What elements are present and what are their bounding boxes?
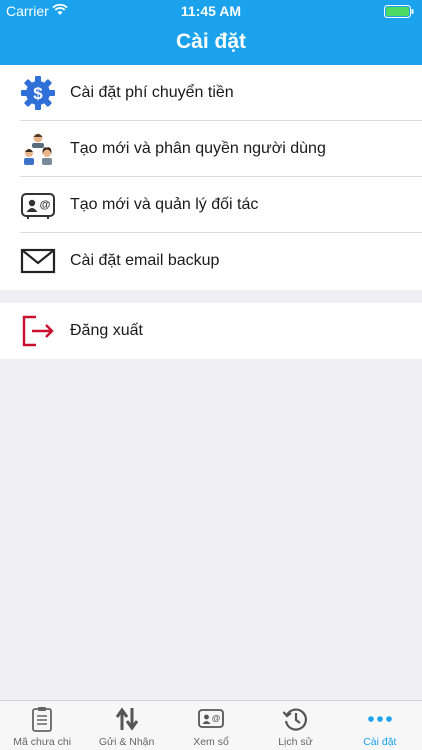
tab-view-book[interactable]: @ Xem sổ <box>169 701 253 750</box>
menu-item-label: Cài đặt email backup <box>70 252 220 269</box>
menu-item-label: Tạo mới và phân quyền người dùng <box>70 140 326 157</box>
logout-label: Đăng xuất <box>70 322 143 339</box>
tab-label: Cài đặt <box>363 736 397 748</box>
menu-item-email-backup[interactable]: Cài đặt email backup <box>0 233 422 289</box>
status-time: 11:45 AM <box>180 3 242 19</box>
tab-label: Mã chưa chi <box>13 736 72 748</box>
logout-button[interactable]: Đăng xuất <box>0 303 422 359</box>
menu-item-label: Cài đặt phí chuyển tiền <box>70 84 234 101</box>
logout-section: Đăng xuất <box>0 303 422 359</box>
tab-unpaid-codes[interactable]: Mã chưa chi <box>0 701 84 750</box>
navigation-header: Carrier 11:45 AM Cài đặt <box>0 0 422 65</box>
tab-label: Gửi & Nhận <box>98 736 155 748</box>
tab-send-receive[interactable]: Gửi & Nhận <box>84 701 168 750</box>
email-icon <box>20 243 56 279</box>
menu-item-users[interactable]: Tạo mới và phân quyền người dùng <box>0 121 422 177</box>
settings-menu: $ Cài đặt phí chuyển tiền Tạo mới và phâ… <box>0 65 422 290</box>
users-icon <box>20 131 56 167</box>
contact-card-icon: @ <box>198 706 224 732</box>
tab-label: Xem sổ <box>193 736 229 748</box>
svg-text:$: $ <box>33 84 43 103</box>
history-icon <box>282 706 308 732</box>
menu-item-partners[interactable]: @ Tạo mới và quản lý đối tác <box>0 177 422 233</box>
tab-label: Lịch sử <box>278 736 313 748</box>
tab-history[interactable]: Lịch sử <box>253 701 337 750</box>
more-dots-icon <box>367 706 393 732</box>
battery-icon <box>384 5 414 18</box>
status-bar: Carrier 11:45 AM <box>0 0 422 22</box>
menu-item-transfer-fee[interactable]: $ Cài đặt phí chuyển tiền <box>0 65 422 121</box>
transfer-arrows-icon <box>114 706 140 732</box>
svg-text:@: @ <box>40 199 51 211</box>
clipboard-icon <box>29 706 55 732</box>
tab-bar: Mã chưa chi Gửi & Nhận @ Xem sổ Lịch sử … <box>0 700 422 750</box>
tab-settings[interactable]: Cài đặt <box>338 701 422 750</box>
menu-item-label: Tạo mới và quản lý đối tác <box>70 196 259 213</box>
svg-text:@: @ <box>212 713 220 723</box>
page-title: Cài đặt <box>175 30 246 53</box>
contact-card-icon: @ <box>20 187 56 223</box>
dollar-gear-icon: $ <box>20 75 56 111</box>
logout-icon <box>20 313 56 349</box>
